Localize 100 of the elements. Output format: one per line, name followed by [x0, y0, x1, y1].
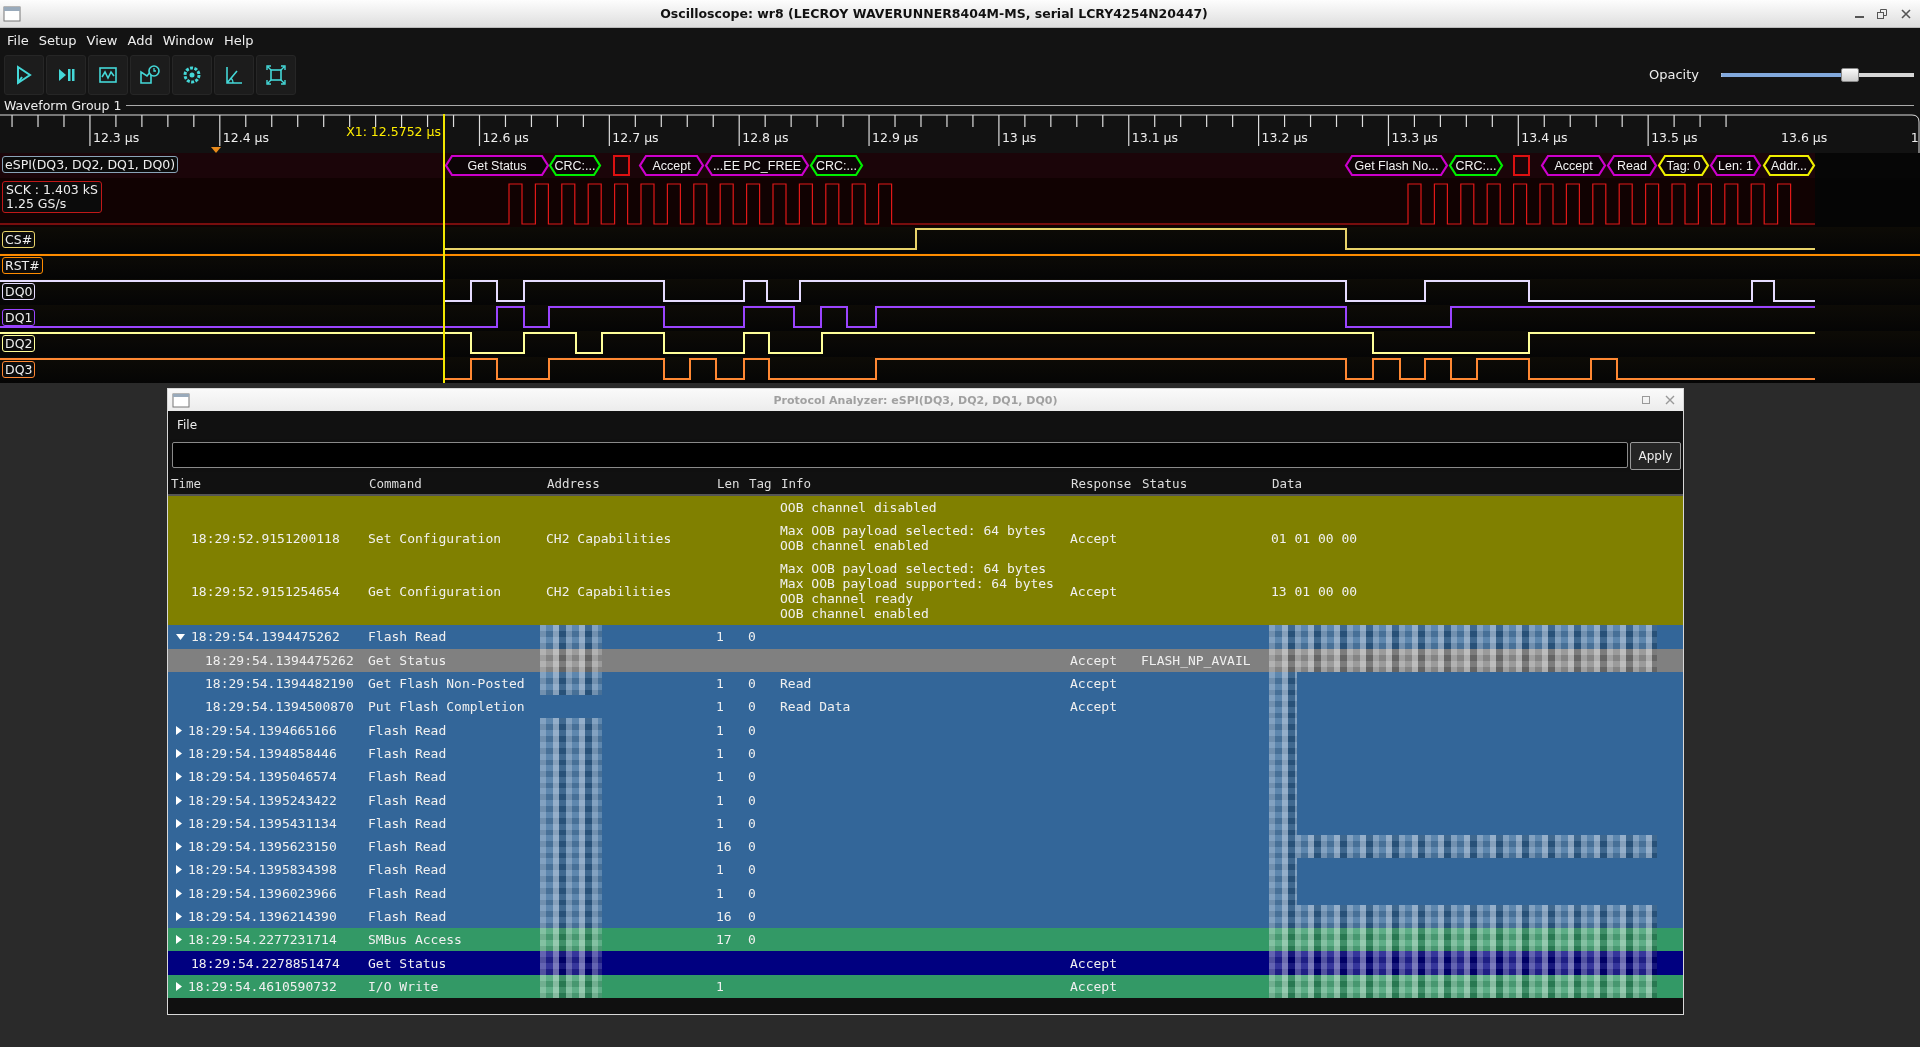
tick-label: 13.3 µs	[1391, 130, 1438, 145]
toolbar-button[interactable]	[256, 54, 296, 95]
table-cell: 1	[716, 769, 724, 785]
triangle-down-icon[interactable]	[176, 633, 185, 640]
table-cell: 0	[748, 722, 756, 738]
table-cell: 16	[716, 909, 732, 924]
column-header[interactable]: Time	[168, 475, 366, 491]
triangle-right-icon[interactable]	[176, 935, 182, 945]
menu-item[interactable]: Help	[218, 32, 259, 48]
column-header[interactable]: Info	[778, 475, 1068, 491]
toolbar-button[interactable]	[4, 54, 44, 95]
table-row[interactable]: 18:29:54.1396214390 Flash Read 16 0	[168, 904, 1683, 929]
table-cell: Accept	[1070, 978, 1117, 994]
table-row[interactable]: 18:29:52.9151254654 Get Configuration CH2 Capabilities Max OOB payload selected: 64 bytes Max OOB payload supported: 64 bytes OOB channel ready OOB channel enabled Accept 13 01 00 00	[168, 557, 1683, 626]
toolbar-button[interactable]	[214, 54, 254, 95]
table-cell: Accept	[1070, 530, 1117, 546]
triangle-right-icon[interactable]	[176, 842, 182, 852]
menu-item[interactable]: View	[81, 32, 123, 48]
column-header[interactable]: Tag	[746, 475, 778, 491]
table-cell: 1	[716, 792, 724, 808]
table-cell: OOB channel ready	[780, 591, 914, 607]
table-cell: 0	[748, 862, 756, 878]
table-cell: 18:29:54.1394665166	[188, 722, 337, 738]
table-cell: 1	[716, 815, 724, 831]
menu-item[interactable]: File	[168, 418, 207, 432]
menu-item[interactable]: Window	[157, 32, 219, 48]
menu-item[interactable]: Setup	[33, 32, 82, 48]
table-row[interactable]: 18:29:54.1394665166 Flash Read 1 0	[168, 718, 1683, 742]
cursor-label: X1: 12.5752 µs	[346, 124, 441, 139]
triangle-right-icon[interactable]	[176, 981, 182, 991]
table-cell: Flash Read	[368, 815, 447, 831]
table-row[interactable]: 18:29:54.1394482190 Get Flash Non-Posted 1 0 Read Accept	[168, 671, 1683, 696]
table-cell: Flash Read	[368, 629, 447, 645]
table-cell: Flash Read	[368, 862, 447, 878]
table-row[interactable]: 18:29:54.1394475262 Flash Read 1 0	[168, 625, 1683, 649]
table-cell: 18:29:54.1394858446	[188, 745, 337, 761]
triangle-right-icon[interactable]	[176, 795, 182, 805]
table-row[interactable]: 18:29:54.1395243422 Flash Read 1 0	[168, 788, 1683, 812]
tick-label: 13.1 µs	[1131, 130, 1179, 145]
tick-label: 12.3 µs	[92, 130, 140, 145]
column-header[interactable]: Data	[1269, 475, 1683, 491]
table-cell: 0	[748, 676, 756, 692]
toolbar-button[interactable]	[130, 54, 170, 95]
decoded-packet: Tag: 0	[1657, 154, 1710, 177]
table-cell: Flash Read	[368, 909, 447, 924]
table-row[interactable]: 18:29:54.1394500870 Put Flash Completion 1 0 Read Data Accept	[168, 695, 1683, 719]
slider-thumb[interactable]	[1841, 67, 1860, 82]
table-cell: 18:29:52.9151200118	[191, 530, 340, 546]
toolbar-button[interactable]	[172, 54, 212, 95]
table-row[interactable]: 18:29:54.1394475262 Get Status Accept FLASH_NP_AVAIL	[168, 648, 1683, 672]
table-cell: 18:29:54.1394475262	[205, 652, 354, 668]
table-cell: 1	[716, 745, 724, 761]
table-cell: Read Data	[780, 699, 851, 715]
menu-item[interactable]: Add	[122, 32, 158, 48]
table-cell: 1	[716, 862, 724, 878]
table-cell: Max OOB payload supported: 64 bytes	[780, 576, 1054, 592]
column-header[interactable]: Status	[1139, 475, 1269, 491]
table-row[interactable]: 18:29:54.1394858446 Flash Read 1 0	[168, 741, 1683, 766]
triangle-right-icon[interactable]	[176, 912, 182, 921]
table-cell: 18:29:54.1394475262	[191, 629, 340, 645]
table-cell: OOB channel enabled	[780, 538, 929, 554]
decoded-packet: Accept	[1540, 154, 1607, 177]
triangle-right-icon[interactable]	[176, 725, 182, 735]
menu-item[interactable]: File	[2, 32, 34, 48]
column-header[interactable]: Response	[1068, 475, 1139, 491]
table-row[interactable]: 18:29:54.1395046574 Flash Read 1 0	[168, 765, 1683, 789]
column-header[interactable]: Address	[544, 475, 714, 491]
table-row[interactable]: 18:29:54.2278851474 Get Status Accept	[168, 951, 1683, 975]
table-row[interactable]: 18:29:52.9151200118 Set Configuration CH2 Capabilities Max OOB payload selected: 64 bytes OOB channel enabled Accept 01 01 00 00	[168, 519, 1683, 558]
triangle-right-icon[interactable]	[176, 865, 182, 875]
triangle-right-icon[interactable]	[176, 772, 182, 782]
decoded-packet: CRC:...	[1448, 154, 1504, 177]
table-cell: Flash Read	[368, 722, 447, 738]
table-row[interactable]: 18:29:54.1395623150 Flash Read 16 0	[168, 834, 1683, 859]
filter-field[interactable]	[172, 442, 1628, 468]
tick-label: 12.4 µs	[222, 130, 270, 145]
triangle-right-icon[interactable]	[176, 748, 182, 758]
table-cell: 0	[748, 839, 756, 855]
decoded-packet: ...EE PC_FREE	[704, 154, 810, 177]
toolbar-button[interactable]	[88, 54, 128, 95]
table-cell: Get Flash Non-Posted	[368, 676, 525, 692]
table-row[interactable]: OOB channel disabled	[168, 496, 1683, 520]
table-row[interactable]: 18:29:54.1395431134 Flash Read 1 0	[168, 811, 1683, 835]
table-cell: Accept	[1070, 955, 1117, 971]
decoded-packet: CRC:...	[548, 154, 602, 177]
column-header[interactable]: Len	[714, 475, 746, 491]
triangle-right-icon[interactable]	[176, 888, 182, 898]
table-row[interactable]: 18:29:54.1396023966 Flash Read 1 0	[168, 881, 1683, 905]
table-cell: 0	[748, 885, 756, 901]
table-cell: 18:29:54.1396023966	[188, 885, 337, 901]
triangle-right-icon[interactable]	[176, 818, 182, 828]
table-cell: SMBus Access	[368, 932, 462, 948]
toolbar-button[interactable]	[46, 54, 86, 95]
table-row[interactable]: 18:29:54.1395834398 Flash Read 1 0	[168, 858, 1683, 882]
table-cell: 1	[716, 885, 724, 901]
apply-button[interactable]: Apply	[1630, 442, 1681, 470]
column-header[interactable]: Command	[366, 475, 544, 491]
decoded-packet: Addr...	[1762, 154, 1816, 177]
tick-label: 12.6 µs	[482, 130, 529, 145]
table-cell: Set Configuration	[368, 530, 502, 546]
